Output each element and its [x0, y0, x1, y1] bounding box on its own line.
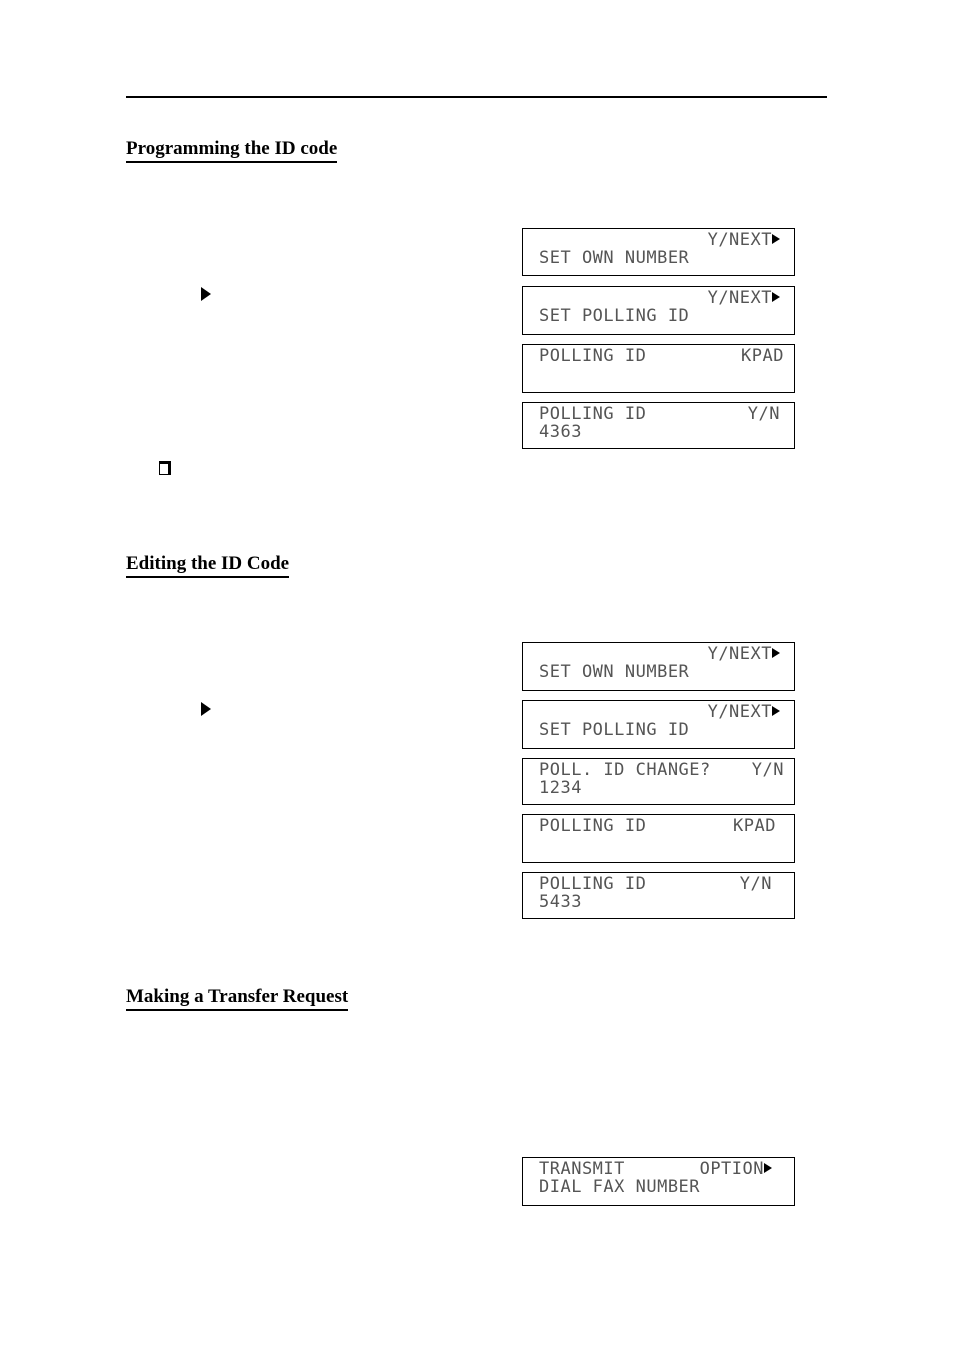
lcd-display: POLLING ID KPAD [522, 344, 795, 393]
lcd-line-1-right-wrap: Y/N [740, 874, 772, 894]
lcd-line-1: POLLING ID Y/N [539, 404, 780, 424]
next-arrow-icon [772, 234, 780, 244]
lcd-line-1-right: KPAD [733, 816, 776, 836]
lcd-line-1-right: Y/NEXT [707, 702, 772, 722]
lcd-line-2: SET POLLING ID [539, 306, 690, 326]
lcd-line-1: POLLING ID Y/N [539, 874, 772, 894]
lcd-line-2: DIAL FAX NUMBER [539, 1177, 701, 1197]
lcd-line-1-right-wrap: Y/N [748, 404, 780, 424]
lcd-line-1-right: OPTION [699, 1159, 764, 1179]
lcd-line-2: SET OWN NUMBER [539, 248, 690, 268]
lcd-line-1-right-wrap: OPTION [700, 1159, 772, 1179]
lcd-line-1-right: Y/NEXT [707, 644, 772, 664]
lcd-line-1-right: KPAD [741, 346, 784, 366]
lcd-line-2: SET OWN NUMBER [539, 662, 690, 682]
lcd-line-1-left: POLLING ID [539, 346, 647, 366]
next-arrow-icon [764, 1163, 772, 1173]
lcd-line-1: Y/NEXT [539, 230, 780, 250]
lcd-line-1-right: Y/N [751, 760, 784, 780]
step-arrow-icon [201, 702, 211, 716]
lcd-line-2: 4363 [539, 422, 582, 442]
lcd-line-1-right-wrap: Y/NEXT [708, 230, 780, 250]
lcd-line-2: 1234 [539, 778, 582, 798]
section-heading-editing: Editing the ID Code [126, 553, 290, 578]
step-arrow-icon [201, 287, 211, 301]
lcd-line-2: SET POLLING ID [539, 720, 690, 740]
lcd-line-1: POLLING ID KPAD [539, 346, 784, 366]
lcd-line-1-right-wrap: Y/NEXT [708, 702, 780, 722]
lcd-line-1-right: Y/NEXT [707, 230, 772, 250]
lcd-line-1-right: Y/N [747, 404, 780, 424]
lcd-line-1: POLLING ID KPAD [539, 816, 776, 836]
lcd-line-1-right-wrap: KPAD [733, 816, 776, 836]
lcd-line-1-right-wrap: Y/NEXT [708, 288, 780, 308]
lcd-line-1-left: POLLING ID [539, 816, 647, 836]
lcd-line-1-right: Y/N [739, 874, 772, 894]
lcd-display: POLLING ID Y/N 5433 [522, 872, 795, 919]
lcd-line-1-left: TRANSMIT [539, 1159, 625, 1179]
lcd-display: Y/NEXT SET OWN NUMBER [522, 642, 795, 691]
lcd-display: POLLING ID KPAD [522, 814, 795, 863]
lcd-line-1-right-wrap: KPAD [741, 346, 784, 366]
next-arrow-icon [772, 648, 780, 658]
lcd-line-1: Y/NEXT [539, 288, 780, 308]
lcd-line-1: Y/NEXT [539, 644, 780, 664]
section-heading-programming: Programming the ID code [126, 138, 338, 163]
header-rule [126, 96, 827, 98]
lcd-display: Y/NEXT SET OWN NUMBER [522, 228, 795, 276]
lcd-line-1-right-wrap: Y/NEXT [708, 644, 780, 664]
next-arrow-icon [772, 706, 780, 716]
lcd-line-1-left: POLLING ID [539, 874, 647, 894]
lcd-line-1: Y/NEXT [539, 702, 780, 722]
note-checkbox-icon [159, 461, 171, 475]
lcd-display: Y/NEXT SET POLLING ID [522, 700, 795, 749]
next-arrow-icon [772, 292, 780, 302]
lcd-line-1-left: POLLING ID [539, 404, 647, 424]
lcd-display: POLLING ID Y/N 4363 [522, 402, 795, 449]
lcd-line-2: 5433 [539, 892, 582, 912]
lcd-line-1-right: Y/NEXT [707, 288, 772, 308]
lcd-line-1-left: POLL. ID CHANGE? [539, 760, 711, 780]
section-heading-transfer: Making a Transfer Request [126, 986, 349, 1011]
lcd-line-1: TRANSMIT OPTION [539, 1159, 772, 1179]
lcd-display: TRANSMIT OPTION DIAL FAX NUMBER [522, 1157, 795, 1206]
lcd-line-1-right-wrap: Y/N [752, 760, 784, 780]
lcd-line-1: POLL. ID CHANGE? Y/N [539, 760, 784, 780]
lcd-display: POLL. ID CHANGE? Y/N 1234 [522, 758, 795, 805]
lcd-display: Y/NEXT SET POLLING ID [522, 286, 795, 335]
